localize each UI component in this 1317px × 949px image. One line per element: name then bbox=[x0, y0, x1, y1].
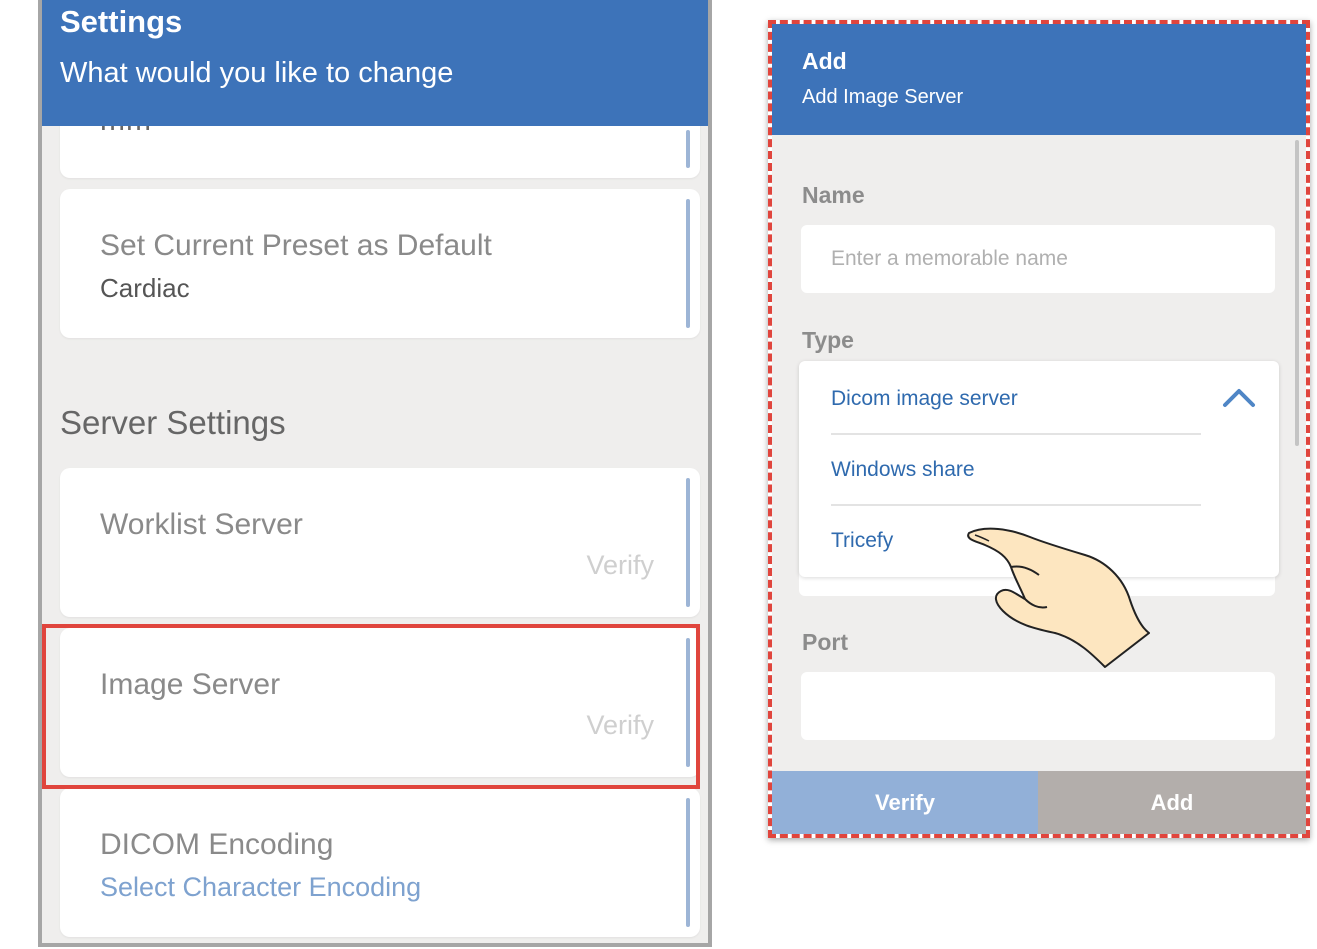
option-divider bbox=[831, 504, 1201, 506]
type-option-tricefy[interactable]: Tricefy bbox=[831, 529, 893, 553]
item-scroll-indicator bbox=[686, 199, 690, 328]
select-encoding-link[interactable]: Select Character Encoding bbox=[100, 872, 421, 903]
server-settings-heading: Server Settings bbox=[60, 404, 286, 441]
preset-item-label: Set Current Preset as Default bbox=[100, 229, 492, 262]
preset-item-value: Cardiac bbox=[100, 273, 190, 303]
verify-button[interactable]: Verify bbox=[772, 771, 1038, 834]
name-input[interactable] bbox=[801, 225, 1275, 293]
dialog-subtitle: Add Image Server bbox=[802, 86, 964, 108]
add-button[interactable]: Add bbox=[1038, 771, 1306, 834]
settings-item-image-server[interactable]: Image Server Verify bbox=[60, 628, 700, 777]
pointing-hand-icon bbox=[967, 527, 1150, 668]
type-label: Type bbox=[802, 327, 854, 353]
dialog-title: Add bbox=[802, 48, 847, 74]
image-verify-link[interactable]: Verify bbox=[586, 710, 654, 741]
settings-item-dicom-encoding[interactable]: DICOM Encoding Select Character Encoding bbox=[60, 788, 700, 937]
item-scroll-indicator bbox=[686, 130, 690, 168]
item-scroll-indicator bbox=[686, 798, 690, 927]
dialog-scrollbar[interactable] bbox=[1295, 140, 1299, 446]
settings-item-worklist-server[interactable]: Worklist Server Verify bbox=[60, 468, 700, 617]
settings-title: Settings bbox=[60, 4, 183, 39]
image-item-label: Image Server bbox=[100, 668, 281, 701]
settings-subtitle: What would you like to change bbox=[60, 57, 454, 89]
option-divider bbox=[831, 433, 1201, 435]
worklist-verify-link[interactable]: Verify bbox=[586, 550, 654, 581]
port-input[interactable] bbox=[801, 672, 1275, 740]
dicom-item-label: DICOM Encoding bbox=[100, 828, 334, 861]
dialog-header: Add Add Image Server bbox=[772, 24, 1306, 135]
settings-header: Settings What would you like to change bbox=[42, 0, 708, 126]
worklist-item-label: Worklist Server bbox=[100, 508, 303, 541]
item-scroll-indicator bbox=[686, 638, 690, 767]
settings-item-preset-default[interactable]: Set Current Preset as Default Cardiac bbox=[60, 189, 700, 338]
add-image-server-dialog: Add Add Image Server Name Type Dicom ima… bbox=[772, 24, 1306, 834]
type-option-windows-share[interactable]: Windows share bbox=[831, 458, 975, 482]
item-scroll-indicator bbox=[686, 478, 690, 607]
chevron-up-icon[interactable] bbox=[1219, 383, 1259, 413]
port-label: Port bbox=[802, 629, 848, 655]
type-option-dicom[interactable]: Dicom image server bbox=[831, 387, 1018, 411]
settings-screen: Settings What would you like to change m… bbox=[38, 0, 712, 947]
name-label: Name bbox=[802, 182, 865, 208]
